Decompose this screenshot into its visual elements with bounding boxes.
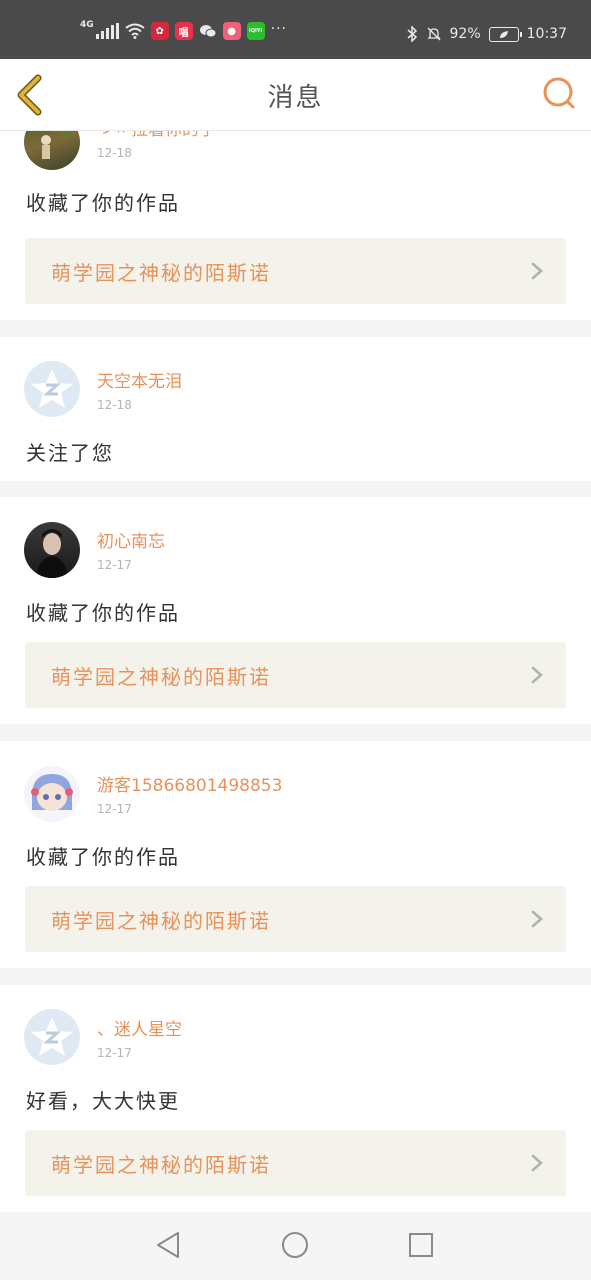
pig-app-icon: ● — [222, 22, 241, 40]
message-text: 收藏了你的作品 — [26, 845, 180, 869]
message-text: 收藏了你的作品 — [26, 601, 180, 625]
user-avatar[interactable] — [24, 522, 80, 578]
user-avatar[interactable] — [24, 131, 80, 170]
more-notifications-icon: ··· — [270, 21, 288, 37]
work-link[interactable]: 萌学园之神秘的陌斯诺 — [25, 886, 566, 952]
message-text: 收藏了你的作品 — [26, 191, 180, 215]
work-title: 萌学园之神秘的陌斯诺 — [51, 909, 271, 933]
message-text: 关注了您 — [26, 441, 114, 465]
work-title: 萌学园之神秘的陌斯诺 — [51, 261, 271, 285]
system-nav-bar — [0, 1212, 591, 1280]
battery-percent: 92% — [449, 26, 481, 42]
user-avatar[interactable] — [24, 766, 80, 822]
work-title: 萌学园之神秘的陌斯诺 — [51, 1153, 271, 1177]
user-avatar-default[interactable] — [24, 361, 80, 417]
search-button[interactable] — [541, 75, 577, 111]
work-title: 萌学园之神秘的陌斯诺 — [51, 665, 271, 689]
battery-icon — [488, 26, 522, 42]
nav-home-icon[interactable] — [280, 1230, 310, 1260]
chevron-right-icon — [531, 666, 543, 684]
chevron-right-icon — [531, 262, 543, 280]
mute-bell-icon — [426, 27, 441, 41]
user-avatar-default[interactable] — [24, 1009, 80, 1065]
user-name[interactable]: 游客15866801498853 — [97, 771, 282, 796]
search-icon — [543, 77, 575, 109]
page-title: 消息 — [267, 83, 324, 113]
status-bar-right: 92% 10:37 — [406, 26, 567, 42]
status-bar-left: 4G ✿ 唱 ● iQIYI ··· — [80, 20, 288, 40]
nav-back-icon[interactable] — [154, 1230, 184, 1260]
user-name[interactable]: 、迷人星空 — [97, 1015, 182, 1040]
clock: 10:37 — [526, 26, 567, 42]
nav-recents-icon[interactable] — [406, 1230, 436, 1260]
app-header: 消息 — [0, 59, 591, 131]
message-item[interactable]: 初心南忘 12-17 收藏了你的作品 萌学园之神秘的陌斯诺 — [0, 497, 591, 724]
user-name[interactable]: 初心南忘 — [97, 527, 165, 552]
message-date: 12-18 — [97, 146, 132, 160]
work-link[interactable]: 萌学园之神秘的陌斯诺 — [25, 642, 566, 708]
status-bar: 4G ✿ 唱 ● iQIYI ··· 92% 10:37 — [0, 0, 591, 59]
huawei-app-icon: ✿ — [150, 22, 169, 40]
message-date: 12-17 — [97, 558, 132, 572]
default-avatar-icon — [31, 1017, 73, 1056]
message-text: 好看，大大快更 — [26, 1089, 180, 1113]
bluetooth-icon — [407, 26, 417, 42]
work-link[interactable]: 萌学园之神秘的陌斯诺 — [25, 238, 566, 304]
message-item[interactable]: 游客15866801498853 12-17 收藏了你的作品 萌学园之神秘的陌斯… — [0, 741, 591, 968]
message-list[interactable]: ゞ〃拉着你的手丶 12-18 收藏了你的作品 萌学园之神秘的陌斯诺 天空本无泪 … — [0, 131, 591, 1212]
chevron-right-icon — [531, 1154, 543, 1172]
network-type: 4G — [80, 20, 94, 30]
default-avatar-icon — [31, 369, 73, 408]
work-link[interactable]: 萌学园之神秘的陌斯诺 — [25, 1130, 566, 1196]
user-name[interactable]: 天空本无泪 — [97, 367, 182, 392]
wechat-app-icon — [199, 22, 217, 40]
changba-app-icon: 唱 — [174, 22, 193, 40]
iqiyi-app-icon: iQIYI — [246, 22, 265, 40]
message-item[interactable]: 、迷人星空 12-17 好看，大大快更 萌学园之神秘的陌斯诺 — [0, 985, 591, 1212]
chevron-right-icon — [531, 910, 543, 928]
message-date: 12-18 — [97, 398, 132, 412]
wifi-icon — [125, 23, 145, 39]
message-date: 12-17 — [97, 1046, 132, 1060]
message-item[interactable]: 天空本无泪 12-18 关注了您 — [0, 337, 591, 481]
signal-icon — [95, 23, 119, 39]
message-date: 12-17 — [97, 802, 132, 816]
message-item[interactable]: ゞ〃拉着你的手丶 12-18 收藏了你的作品 萌学园之神秘的陌斯诺 — [0, 131, 591, 320]
user-name[interactable]: ゞ〃拉着你的手丶 — [97, 131, 233, 140]
